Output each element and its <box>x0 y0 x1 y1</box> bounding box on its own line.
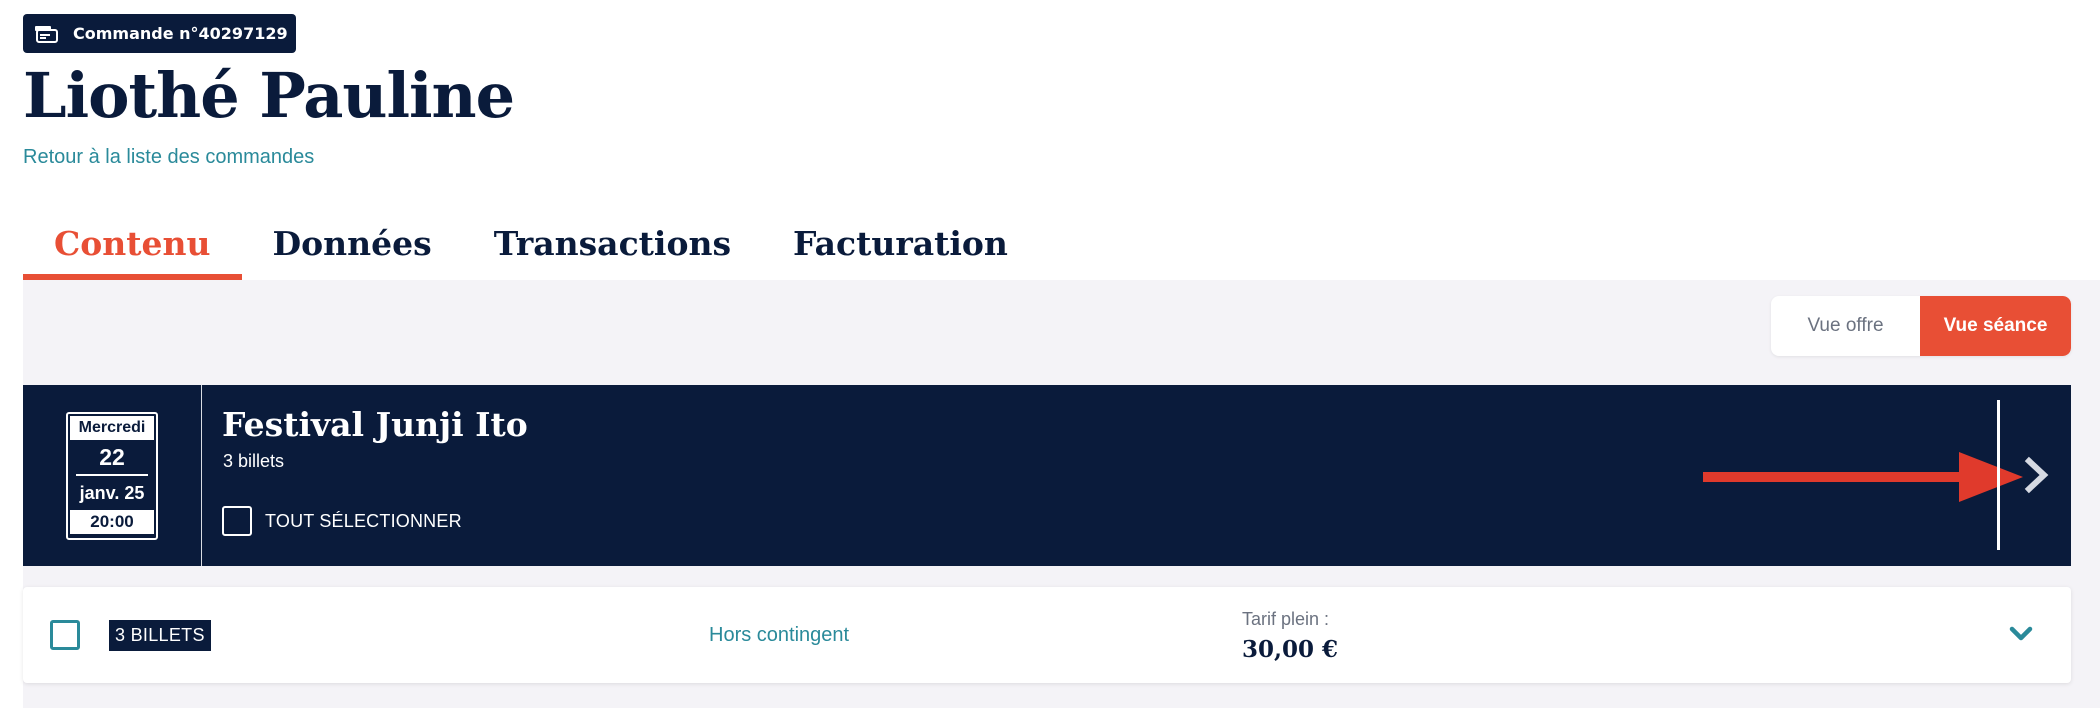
event-card-divider <box>1997 400 2000 550</box>
event-card: Mercredi 22 janv. 25 20:00 Festival Junj… <box>23 385 2071 566</box>
tab-bar: Contenu Données Transactions Facturation <box>23 218 1039 280</box>
view-session-button[interactable]: Vue séance <box>1920 296 2071 356</box>
red-arrow-icon <box>1703 452 2023 502</box>
event-title: Festival Junji Ito <box>222 405 528 444</box>
ticket-row-checkbox[interactable] <box>50 620 80 650</box>
select-all-label: TOUT SÉLECTIONNER <box>265 510 462 531</box>
tab-transactions[interactable]: Transactions <box>463 218 762 280</box>
tab-contenu[interactable]: Contenu <box>23 218 242 280</box>
chevron-down-icon[interactable] <box>2008 624 2034 644</box>
order-number: Commande n°40297129 <box>73 24 288 43</box>
chevron-right-icon[interactable] <box>2023 455 2051 495</box>
back-to-orders-link[interactable]: Retour à la liste des commandes <box>23 146 314 169</box>
order-badge: Commande n°40297129 <box>23 14 296 53</box>
event-date-box: Mercredi 22 janv. 25 20:00 <box>66 412 158 540</box>
ticket-count-badge: 3 BILLETS <box>109 620 211 651</box>
event-ticket-count: 3 billets <box>223 451 285 471</box>
select-all-toggle[interactable]: TOUT SÉLECTIONNER <box>222 506 462 536</box>
tab-facturation[interactable]: Facturation <box>762 218 1039 280</box>
tab-donnees[interactable]: Données <box>242 218 463 280</box>
event-time: 20:00 <box>70 510 154 534</box>
quota-label: Hors contingent <box>709 624 850 646</box>
ticket-register-icon <box>35 25 58 43</box>
view-offer-button[interactable]: Vue offre <box>1771 296 1920 356</box>
page-title: Liothé Pauline <box>23 59 515 132</box>
event-weekday: Mercredi <box>70 416 154 440</box>
price-label: Tarif plein : <box>1242 609 1330 629</box>
event-date-column: Mercredi 22 janv. 25 20:00 <box>23 385 202 566</box>
price-value: 30,00 € <box>1242 636 1339 663</box>
view-toggle: Vue offre Vue séance <box>1771 296 2071 356</box>
event-month-year: janv. 25 <box>79 483 145 503</box>
ticket-row: 3 BILLETS Hors contingent Tarif plein : … <box>23 587 2071 683</box>
event-day: 22 <box>99 444 125 470</box>
select-all-checkbox[interactable] <box>222 506 252 536</box>
